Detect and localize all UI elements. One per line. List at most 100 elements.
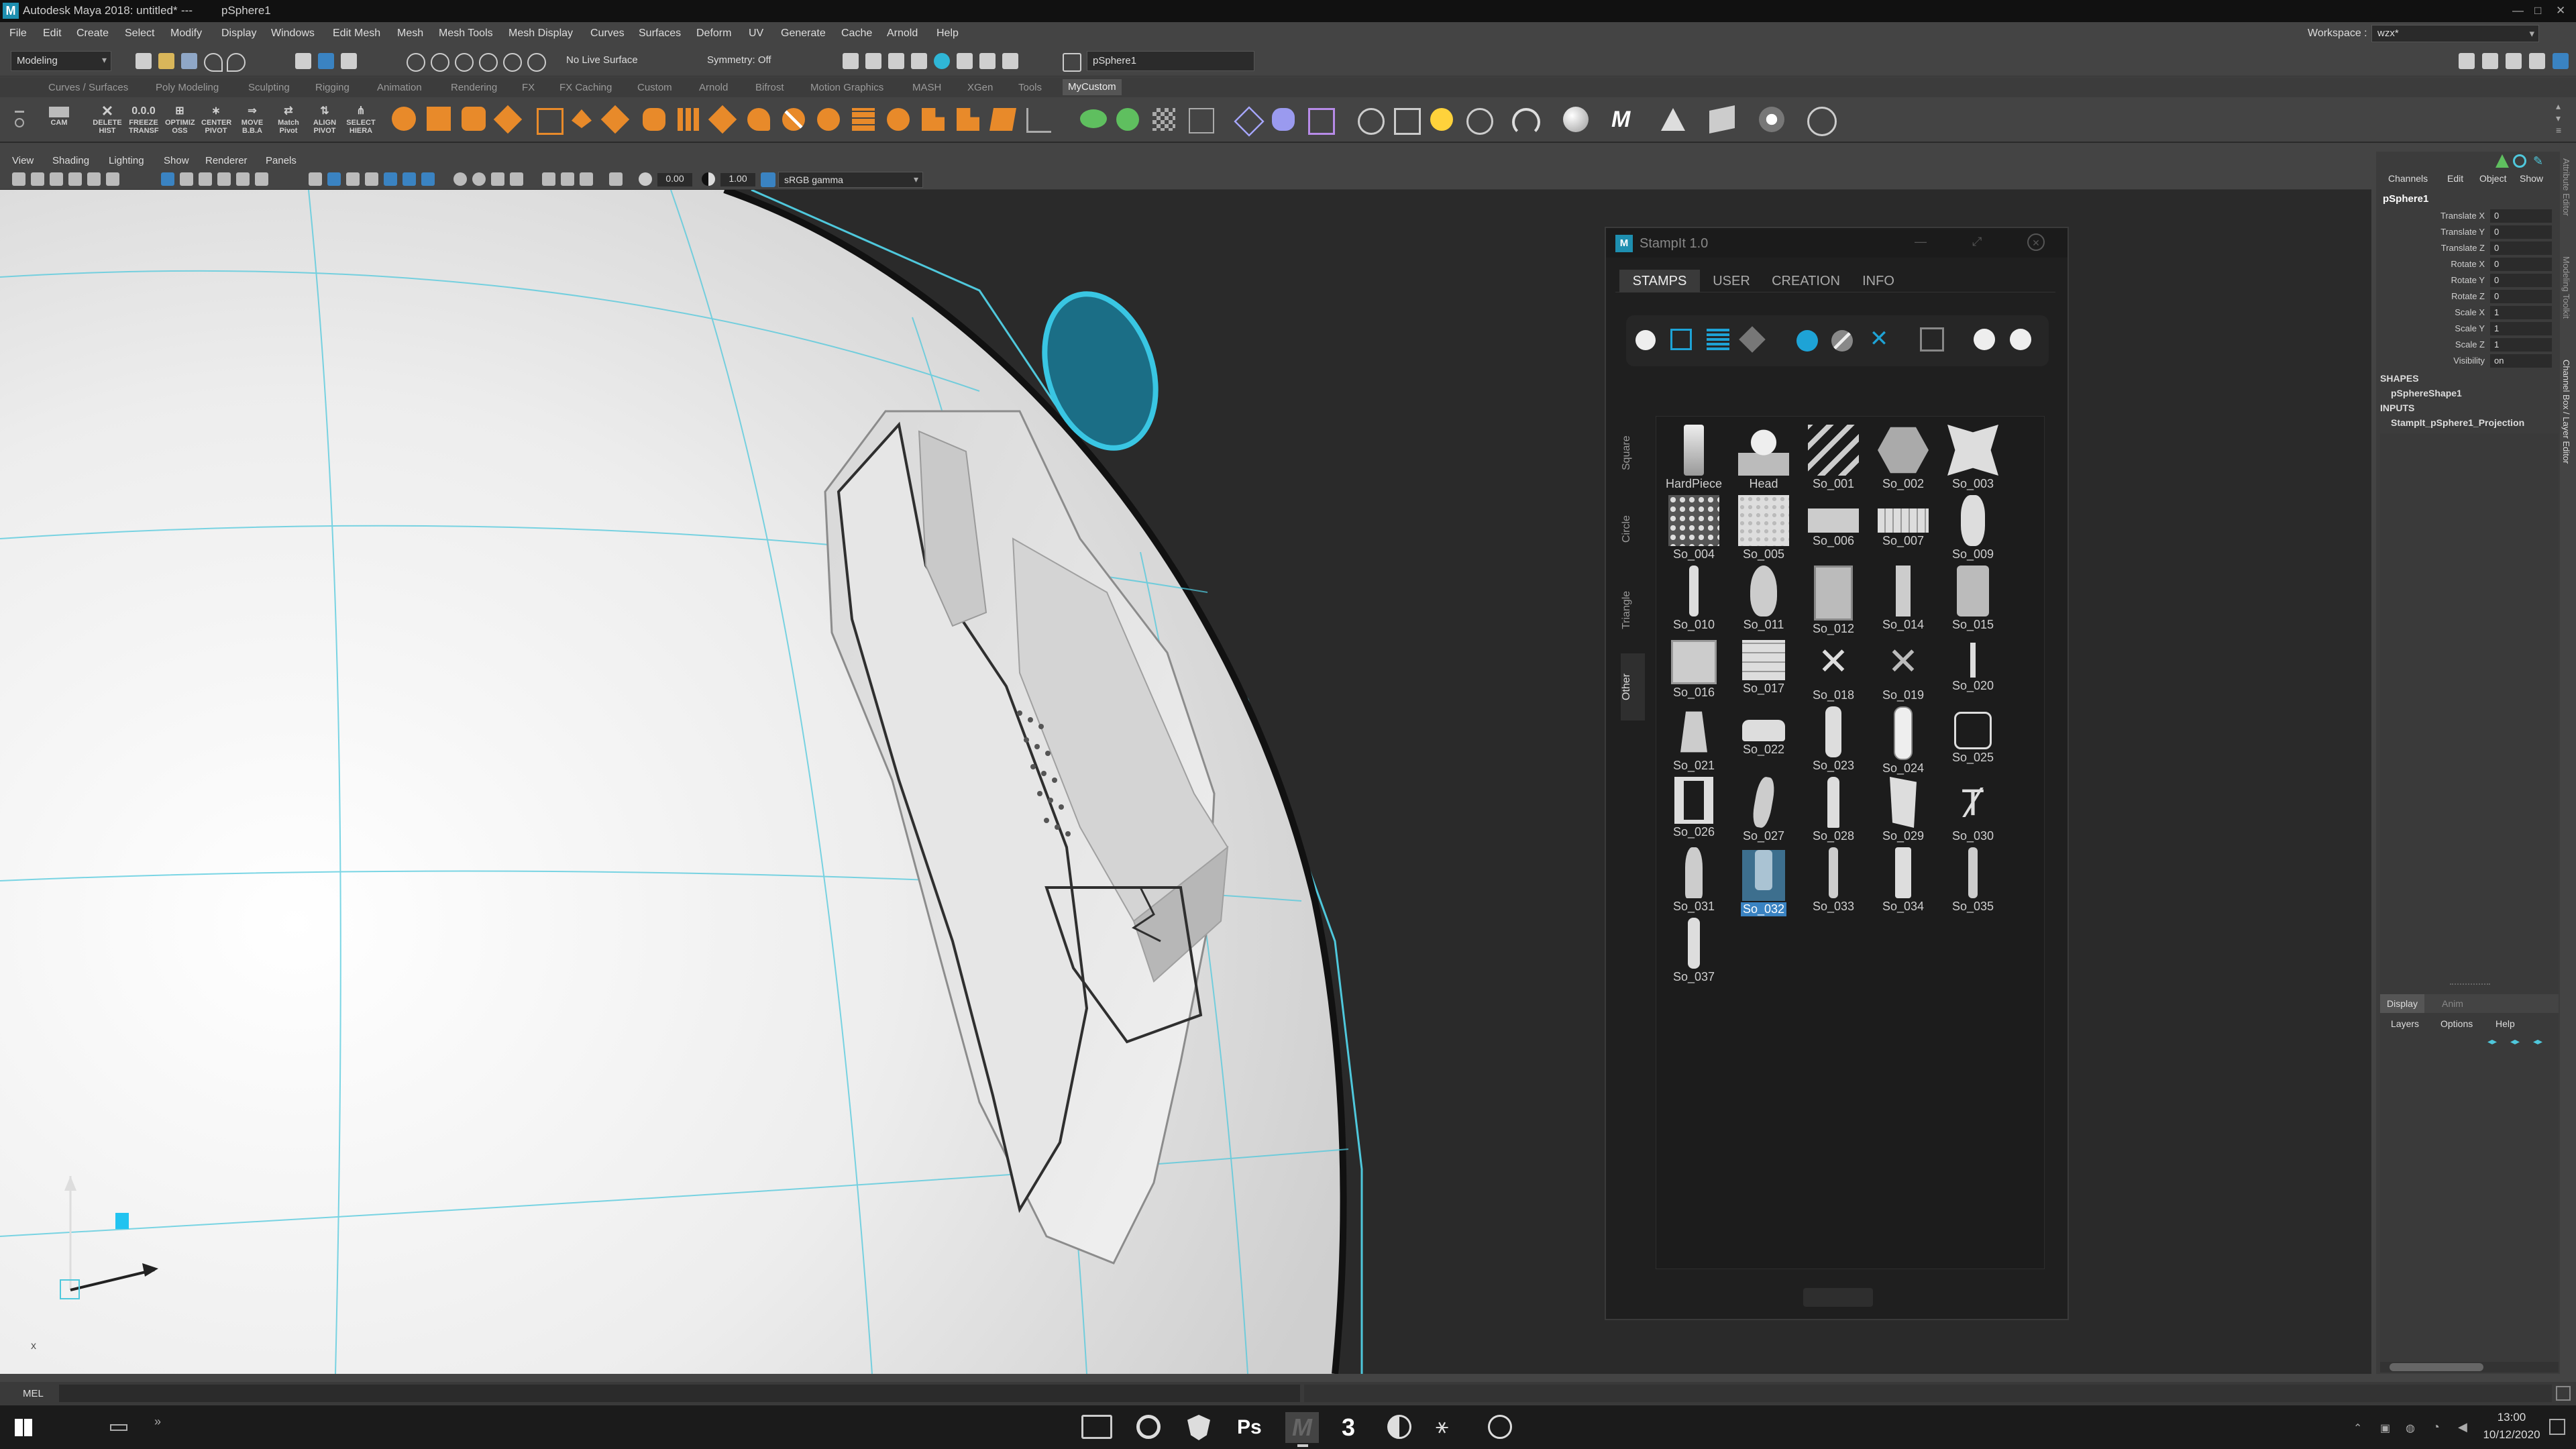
chrome-icon[interactable] (1136, 1415, 1161, 1439)
stamp-sphere-tool-icon[interactable] (1635, 330, 1656, 350)
xray-icon[interactable] (561, 172, 574, 186)
stamp-circle-tool-icon[interactable] (1796, 330, 1818, 352)
fill-hole-icon[interactable] (852, 108, 875, 131)
side-tab-modeling-toolkit[interactable]: Modeling Toolkit (2561, 256, 2571, 319)
render-view-icon[interactable] (957, 53, 973, 69)
select-by-object-icon[interactable] (341, 53, 357, 69)
extract-icon[interactable] (601, 105, 629, 133)
box-tool-icon[interactable] (1709, 105, 1735, 133)
stamp-item[interactable]: So_033 (1800, 845, 1867, 915)
color-management-icon[interactable] (761, 172, 775, 187)
name-field[interactable]: pSphere1 (1087, 51, 1254, 71)
attr-row-rotate-y[interactable]: Rotate Y0 (2376, 272, 2557, 288)
side-tab-channel-box[interactable]: Channel Box / Layer Editor (2561, 360, 2571, 464)
clock-date[interactable]: 10/12/2020 (2478, 1428, 2545, 1442)
save-scene-icon[interactable] (181, 53, 197, 69)
xray-components-icon[interactable] (609, 172, 623, 186)
new-layer-icon[interactable]: ◂▸ (2533, 1036, 2546, 1048)
render-setup-icon[interactable] (979, 53, 996, 69)
menu-mesh[interactable]: Mesh (397, 28, 423, 40)
open-scene-icon[interactable] (158, 53, 174, 69)
stamp-item[interactable]: So_022 (1730, 704, 1797, 774)
uv-unfold-icon[interactable] (1116, 108, 1139, 131)
film-gate-icon[interactable] (106, 172, 119, 186)
symmetry-field[interactable]: Symmetry: Off (702, 51, 802, 71)
monitor-app-icon[interactable] (1081, 1415, 1112, 1439)
menu-help[interactable]: Help (936, 28, 959, 40)
edit-menu[interactable]: Edit (2447, 173, 2463, 184)
stamp-item[interactable]: So_015 (1939, 563, 2006, 633)
xray-joints-icon[interactable] (580, 172, 593, 186)
network-icon[interactable]: ◍ (2406, 1421, 2415, 1435)
layers-menu[interactable]: Layers (2391, 1018, 2419, 1029)
stamp-item[interactable]: Head (1730, 422, 1797, 492)
playblast-icon[interactable] (1358, 108, 1385, 135)
stamp-slice-tool-icon[interactable] (1831, 330, 1853, 352)
stamp-item[interactable]: So_011 (1730, 563, 1797, 633)
bookmarks-icon[interactable] (50, 172, 63, 186)
stamp-item[interactable]: So_021 (1660, 704, 1727, 774)
live-surface-field[interactable]: No Live Surface (561, 51, 661, 71)
shelf-move-bb-button[interactable]: ⇒MOVE B.B.A (237, 104, 267, 133)
bridge-icon[interactable] (747, 108, 770, 131)
stamp-item[interactable]: So_016 (1660, 633, 1727, 704)
stampit-tab-creation[interactable]: CREATION (1766, 270, 1846, 292)
stamp-item[interactable]: So_026 (1660, 774, 1727, 845)
stamp-item[interactable]: So_002 (1870, 422, 1937, 492)
poly-sphere-icon[interactable] (392, 107, 416, 131)
camera-attributes-icon[interactable] (31, 172, 44, 186)
stamp-item[interactable]: So_028 (1800, 774, 1867, 845)
poly-cylinder-icon[interactable] (462, 107, 486, 131)
measure-icon[interactable] (1026, 108, 1051, 133)
shelf-tab-mash[interactable]: MASH (912, 82, 941, 93)
viewport-menu-lighting[interactable]: Lighting (109, 155, 144, 166)
channel-box-toggle-icon[interactable] (2459, 53, 2475, 69)
outliner-icon[interactable] (2529, 53, 2545, 69)
side-tab-attribute-editor[interactable]: Attribute Editor (2561, 158, 2571, 216)
shelf-tab-motion-graphics[interactable]: Motion Graphics (810, 82, 883, 93)
light-editor-icon[interactable] (1002, 53, 1018, 69)
redo-icon[interactable] (227, 53, 246, 72)
category-tab-square[interactable]: Square (1621, 416, 1645, 490)
attr-row-scale-x[interactable]: Scale X1 (2376, 305, 2557, 321)
shelf-tab-rigging[interactable]: Rigging (315, 82, 350, 93)
menu-cache[interactable]: Cache (841, 28, 872, 40)
toggle-grid-icon[interactable] (161, 172, 174, 186)
select-camera-icon[interactable] (12, 172, 25, 186)
lights-icon[interactable] (402, 172, 416, 186)
script-editor-icon[interactable] (2556, 1386, 2571, 1401)
gamma-icon[interactable] (702, 172, 715, 186)
motion-blur-icon[interactable] (472, 172, 486, 186)
uv-snapshot-icon[interactable] (1189, 108, 1214, 133)
viewport[interactable]: x M StampIt 1.0 — ⤢ ✕ STAMPS USER CREATI… (0, 190, 2371, 1374)
shelf-delete-history-button[interactable]: ✕DELETE HIST (93, 104, 122, 133)
attr-row-scale-z[interactable]: Scale Z1 (2376, 337, 2557, 353)
poly-plane-icon[interactable] (494, 105, 522, 133)
notifications-icon[interactable] (2549, 1419, 2565, 1435)
stampit-m-icon[interactable]: M (1611, 107, 1637, 132)
default-material-icon[interactable] (346, 172, 360, 186)
snap-curve-icon[interactable] (431, 53, 449, 72)
help-menu[interactable]: Help (2496, 1018, 2515, 1029)
ipr-render-icon[interactable] (888, 53, 904, 69)
gate-mask-icon[interactable] (199, 172, 212, 186)
stamp-item[interactable]: So_014 (1870, 563, 1937, 633)
stamp-item[interactable]: So_029 (1870, 774, 1937, 845)
object-menu[interactable]: Object (2479, 173, 2506, 184)
stamp-item[interactable]: So_007 (1870, 492, 1937, 563)
menu-edit-mesh[interactable]: Edit Mesh (333, 28, 380, 40)
shelf-tab-arnold[interactable]: Arnold (699, 82, 728, 93)
boolean-icon[interactable] (922, 108, 945, 131)
menu-mesh-display[interactable]: Mesh Display (508, 28, 573, 40)
volume-icon[interactable]: ◀ (2458, 1420, 2467, 1434)
stamp-item[interactable]: So_023 (1800, 704, 1867, 774)
wireframe-on-shaded-icon[interactable] (365, 172, 378, 186)
tray-chevron-icon[interactable]: ⌃ (2353, 1421, 2362, 1435)
minimize-button[interactable]: — (2512, 4, 2524, 17)
3dsmax-icon[interactable]: 3 (1342, 1413, 1355, 1442)
stamp-item[interactable]: ✕So_019 (1870, 633, 1937, 704)
stampit-bottom-button[interactable] (1803, 1288, 1873, 1307)
render-sequence-icon[interactable] (865, 53, 881, 69)
triangle-tool-icon[interactable] (1661, 108, 1685, 131)
command-input[interactable] (59, 1385, 1300, 1402)
